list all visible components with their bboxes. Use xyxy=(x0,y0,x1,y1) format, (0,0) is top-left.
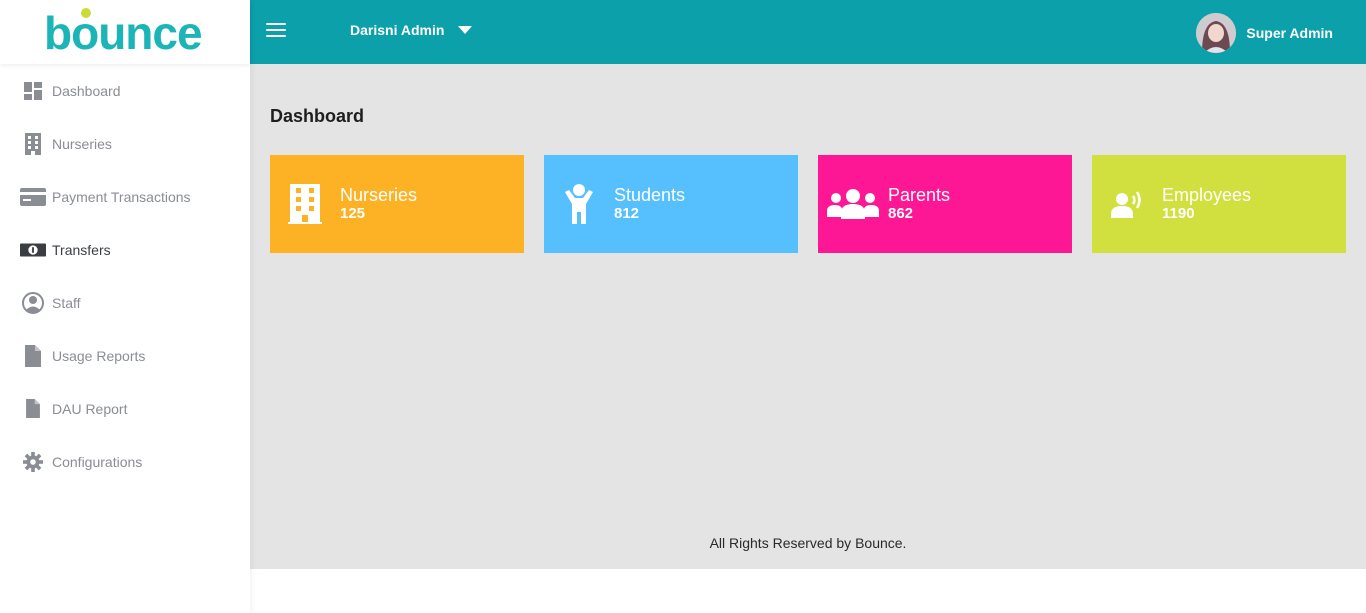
file-icon xyxy=(20,398,46,420)
user-name: Super Admin xyxy=(1246,25,1333,41)
card-value: 812 xyxy=(614,205,640,222)
avatar[interactable] xyxy=(1196,13,1237,53)
sidebar-item-label: Usage Reports xyxy=(52,347,146,364)
chevron-down-icon xyxy=(458,26,473,34)
card-label: Students xyxy=(614,185,686,205)
users-icon xyxy=(818,189,888,219)
sidebar-item-label: Nurseries xyxy=(52,135,112,152)
sidebar-nav: Dashboard Nurseries Payment Transactions… xyxy=(0,64,250,488)
sidebar-item-configurations[interactable]: Configurations xyxy=(0,435,250,488)
building-icon xyxy=(270,184,340,224)
sidebar-item-staff[interactable]: Staff xyxy=(0,276,250,329)
main-content: Dashboard Nurseries 125 Students 812 Par… xyxy=(250,64,1366,569)
card-value: 125 xyxy=(340,205,366,222)
sidebar-item-label: DAU Report xyxy=(52,400,128,417)
stat-card-parents[interactable]: Parents 862 xyxy=(818,155,1072,253)
card-value: 862 xyxy=(888,205,914,222)
card-value: 1190 xyxy=(1162,205,1195,222)
hamburger-menu-icon[interactable] xyxy=(266,23,286,41)
sidebar-item-nurseries[interactable]: Nurseries xyxy=(0,117,250,170)
child-icon xyxy=(544,184,614,224)
gear-icon xyxy=(20,451,46,473)
user-menu[interactable]: Super Admin xyxy=(1196,13,1333,53)
card-label: Employees xyxy=(1162,185,1252,205)
sidebar-item-dau-report[interactable]: DAU Report xyxy=(0,382,250,435)
user-voice-icon xyxy=(1092,190,1162,218)
sidebar-item-label: Dashboard xyxy=(52,82,121,99)
sidebar-item-dashboard[interactable]: Dashboard xyxy=(0,64,250,117)
sidebar-item-payment-transactions[interactable]: Payment Transactions xyxy=(0,170,250,223)
sidebar-item-label: Staff xyxy=(52,294,81,311)
sidebar-item-usage-reports[interactable]: Usage Reports xyxy=(0,329,250,382)
sidebar: bounce Dashboard Nurseries Payment Trans… xyxy=(0,0,250,613)
dashboard-icon xyxy=(20,80,46,102)
sidebar-item-label: Payment Transactions xyxy=(52,188,191,205)
sidebar-item-label: Configurations xyxy=(52,453,143,470)
money-bill-icon xyxy=(20,239,46,261)
stat-card-nurseries[interactable]: Nurseries 125 xyxy=(270,155,524,253)
bottom-strip xyxy=(250,569,1366,613)
org-select-label: Darisni Admin xyxy=(350,22,445,38)
building-icon xyxy=(20,132,46,155)
file-icon xyxy=(20,344,46,367)
topbar: Darisni Admin Super Admin xyxy=(250,0,1366,64)
stat-card-students[interactable]: Students 812 xyxy=(544,155,798,253)
footer-text: All Rights Reserved by Bounce. xyxy=(709,535,907,551)
sidebar-item-label: Transfers xyxy=(52,241,111,258)
credit-card-icon xyxy=(20,186,46,208)
svg-text:bounce: bounce xyxy=(44,7,202,57)
card-label: Nurseries xyxy=(340,185,418,205)
page-title: Dashboard xyxy=(270,106,365,126)
stat-card-employees[interactable]: Employees 1190 xyxy=(1092,155,1346,253)
bounce-logo[interactable]: bounce xyxy=(40,7,210,57)
stat-cards: Nurseries 125 Students 812 Parents 862 E… xyxy=(270,155,1346,253)
sidebar-item-transfers[interactable]: Transfers xyxy=(0,223,250,276)
org-select-dropdown[interactable]: Darisni Admin xyxy=(350,22,473,38)
brand[interactable]: bounce xyxy=(0,0,250,64)
card-label: Parents xyxy=(888,185,951,205)
user-circle-icon xyxy=(20,291,46,314)
